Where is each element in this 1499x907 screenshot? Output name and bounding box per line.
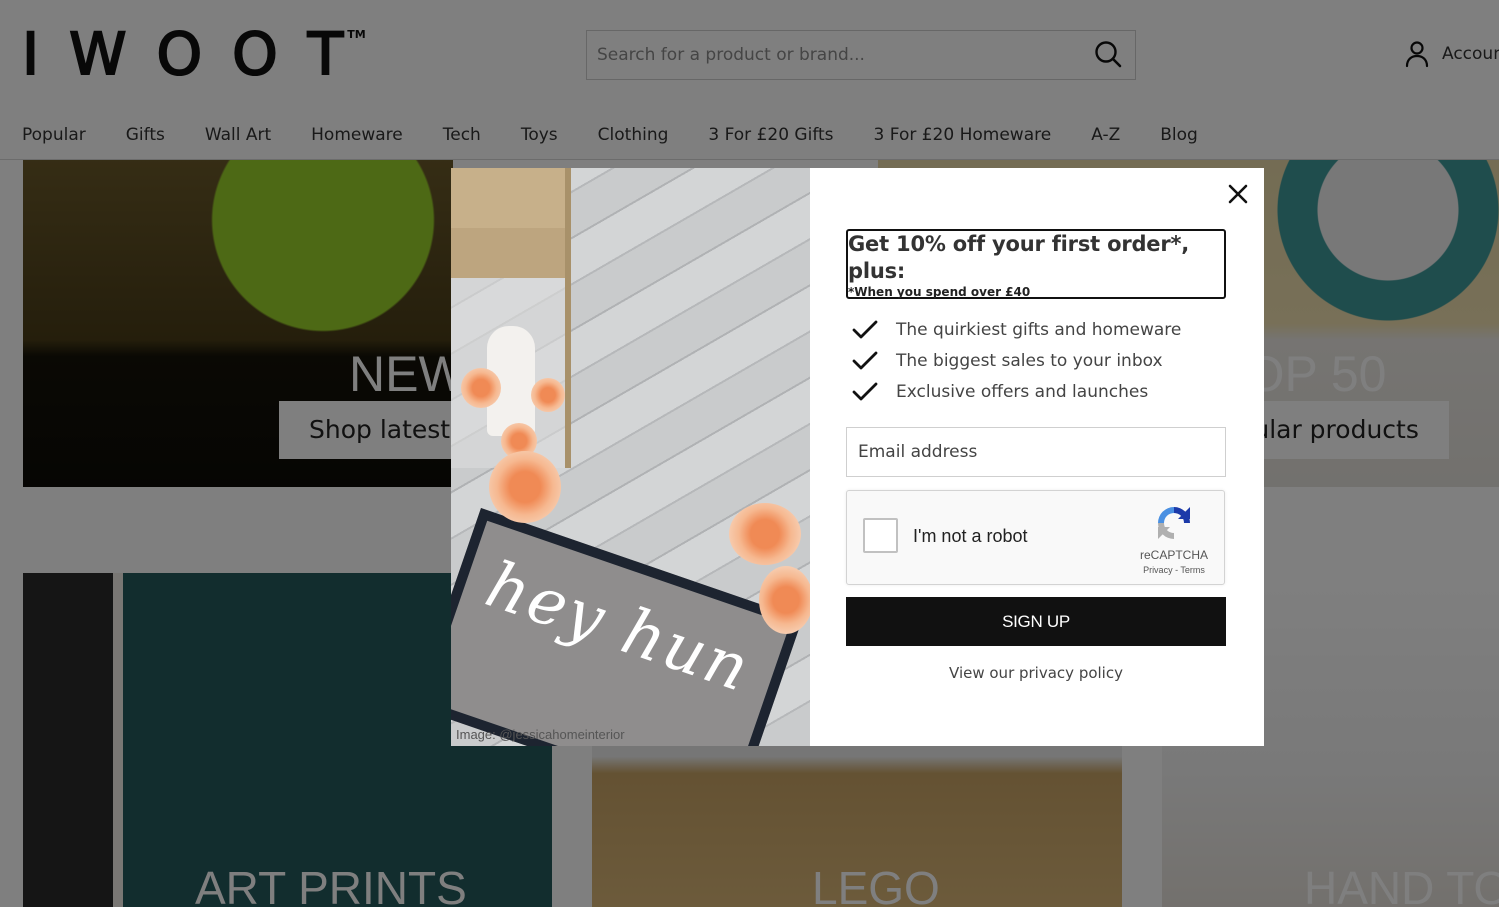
check-icon [852,320,878,338]
recaptcha-privacy-link[interactable]: Privacy [1143,565,1173,575]
close-button[interactable] [1226,182,1250,206]
offer-headline-box: Get 10% off your first order*, plus: *Wh… [846,229,1226,299]
modal-form-panel: Get 10% off your first order*, plus: *Wh… [810,168,1264,746]
benefit-item: The quirkiest gifts and homeware [852,314,1181,345]
recaptcha-label: I'm not a robot [913,526,1028,546]
recaptcha-brand: reCAPTCHA [1139,548,1208,562]
recaptcha-terms-link[interactable]: Terms [1180,565,1205,575]
offer-title: Get 10% off your first order*, plus: [848,232,1190,283]
benefit-item: Exclusive offers and launches [852,376,1181,407]
privacy-policy-link[interactable]: View our privacy policy [846,664,1226,682]
flower-graphic [489,451,561,523]
flower-graphic [729,503,801,565]
promo-image: hey hun Image: @jessicahomeinterior [451,168,810,746]
benefit-text: The biggest sales to your inbox [896,350,1163,371]
recaptcha-logo-icon [1158,507,1190,539]
offer-note: *When you spend over £40 [848,285,1031,299]
check-icon [852,351,878,369]
flower-graphic [461,368,501,408]
flower-graphic [531,378,565,412]
benefits-list: The quirkiest gifts and homeware The big… [852,314,1181,407]
recaptcha-widget: I'm not a robot reCAPTCHA Privacy - Term… [846,490,1225,585]
newsletter-signup-modal: hey hun Image: @jessicahomeinterior Get … [451,168,1264,746]
close-icon [1228,184,1248,204]
benefit-text: The quirkiest gifts and homeware [896,319,1182,340]
benefit-text: Exclusive offers and launches [896,381,1149,402]
recaptcha-links: Privacy - Terms [1127,565,1221,575]
benefit-item: The biggest sales to your inbox [852,345,1181,376]
recaptcha-checkbox[interactable] [863,518,898,553]
check-icon [852,382,878,400]
sign-up-button[interactable]: SIGN UP [846,597,1226,646]
email-field-wrapper [846,427,1226,477]
image-credit: Image: @jessicahomeinterior [456,727,625,742]
flower-graphic [759,566,810,634]
email-input[interactable] [847,428,1225,476]
